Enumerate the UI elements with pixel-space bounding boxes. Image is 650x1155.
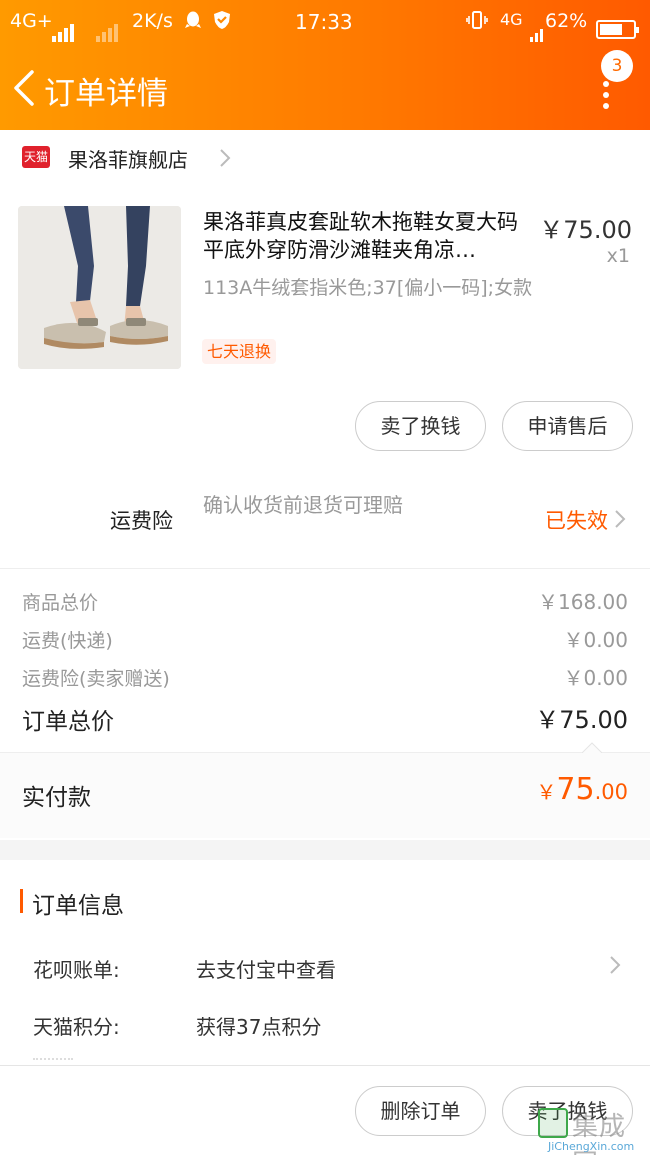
paid-label: 实付款 — [22, 785, 91, 811]
clipped-row — [33, 1058, 73, 1064]
paid-amount: ￥75.00 — [536, 772, 628, 807]
order-info-title: 订单信息 — [32, 893, 124, 919]
battery-percent: 62% — [545, 10, 588, 32]
huabei-bill-label: 花呗账单: — [33, 958, 120, 982]
clock: 17:33 — [295, 10, 353, 34]
header-bar: 4G+ 2K/s 17:33 4G 62% 订单详情 3 — [0, 0, 650, 130]
tmall-badge: 天猫 — [22, 146, 50, 168]
page-title: 订单详情 — [44, 76, 168, 112]
caret-up-icon — [582, 742, 602, 753]
shipping-insurance-status[interactable]: 已失效 — [545, 505, 608, 535]
back-arrow-icon[interactable] — [10, 68, 38, 108]
watermark-subtext: JiChengXin.com — [548, 1140, 635, 1153]
paid-decimal: .00 — [594, 780, 628, 804]
network-speed: 2K/s — [132, 10, 173, 32]
shipping-insurance-fee-label: 运费险(卖家赠送) — [22, 668, 170, 690]
product-sku: 113A牛绒套指米色;37[偏小一码];女款 — [203, 277, 533, 299]
network-type-left: 4G+ — [10, 10, 53, 32]
shipping-fee-label: 运费(快递) — [22, 630, 113, 652]
message-count-badge[interactable]: 3 — [601, 50, 633, 82]
product-quantity: x1 — [606, 245, 630, 267]
section-accent-bar — [20, 889, 23, 913]
more-menu-icon[interactable] — [603, 81, 611, 114]
qq-icon — [184, 10, 202, 35]
chevron-right-icon[interactable] — [609, 955, 622, 975]
shipping-insurance-fee-value: ￥0.00 — [563, 666, 628, 690]
order-total-label: 订单总价 — [22, 709, 114, 735]
paid-integer: 75 — [556, 772, 595, 807]
chevron-right-icon[interactable] — [614, 509, 627, 529]
tmall-points-value: 获得37点积分 — [196, 1015, 322, 1039]
goods-total-value: ￥168.00 — [538, 590, 628, 614]
huabei-bill-link[interactable]: 去支付宝中查看 — [196, 954, 336, 983]
tmall-points-label: 天猫积分: — [33, 1015, 120, 1039]
chevron-right-icon[interactable] — [218, 148, 232, 168]
watermark-logo — [538, 1108, 568, 1138]
return-policy-tag: 七天退换 — [202, 339, 277, 364]
product-title[interactable]: 果洛菲真皮套趾软木拖鞋女夏大码平底外穿防滑沙滩鞋夹角凉… — [203, 208, 535, 264]
shop-name[interactable]: 果洛菲旗舰店 — [68, 144, 188, 173]
network-type-right: 4G — [500, 10, 523, 29]
shipping-insurance-desc: 确认收货前退货可理赔 — [203, 493, 403, 517]
product-thumbnail[interactable] — [18, 206, 181, 369]
status-bar: 4G+ 2K/s 17:33 4G 62% — [0, 0, 650, 44]
shipping-fee-value: ￥0.00 — [563, 628, 628, 652]
goods-total-label: 商品总价 — [22, 592, 99, 614]
shipping-insurance-label: 运费险 — [110, 509, 173, 533]
sell-for-cash-button[interactable]: 卖了换钱 — [355, 401, 486, 451]
after-sale-button[interactable]: 申请售后 — [502, 401, 633, 451]
divider — [0, 568, 650, 569]
vibrate-icon — [466, 10, 488, 35]
paid-currency: ￥ — [536, 780, 557, 804]
order-total-value: ￥75.00 — [535, 706, 628, 734]
delete-order-button[interactable]: 删除订单 — [355, 1086, 486, 1136]
product-price: ￥75.00 — [539, 216, 632, 244]
shield-app-icon — [212, 10, 232, 35]
